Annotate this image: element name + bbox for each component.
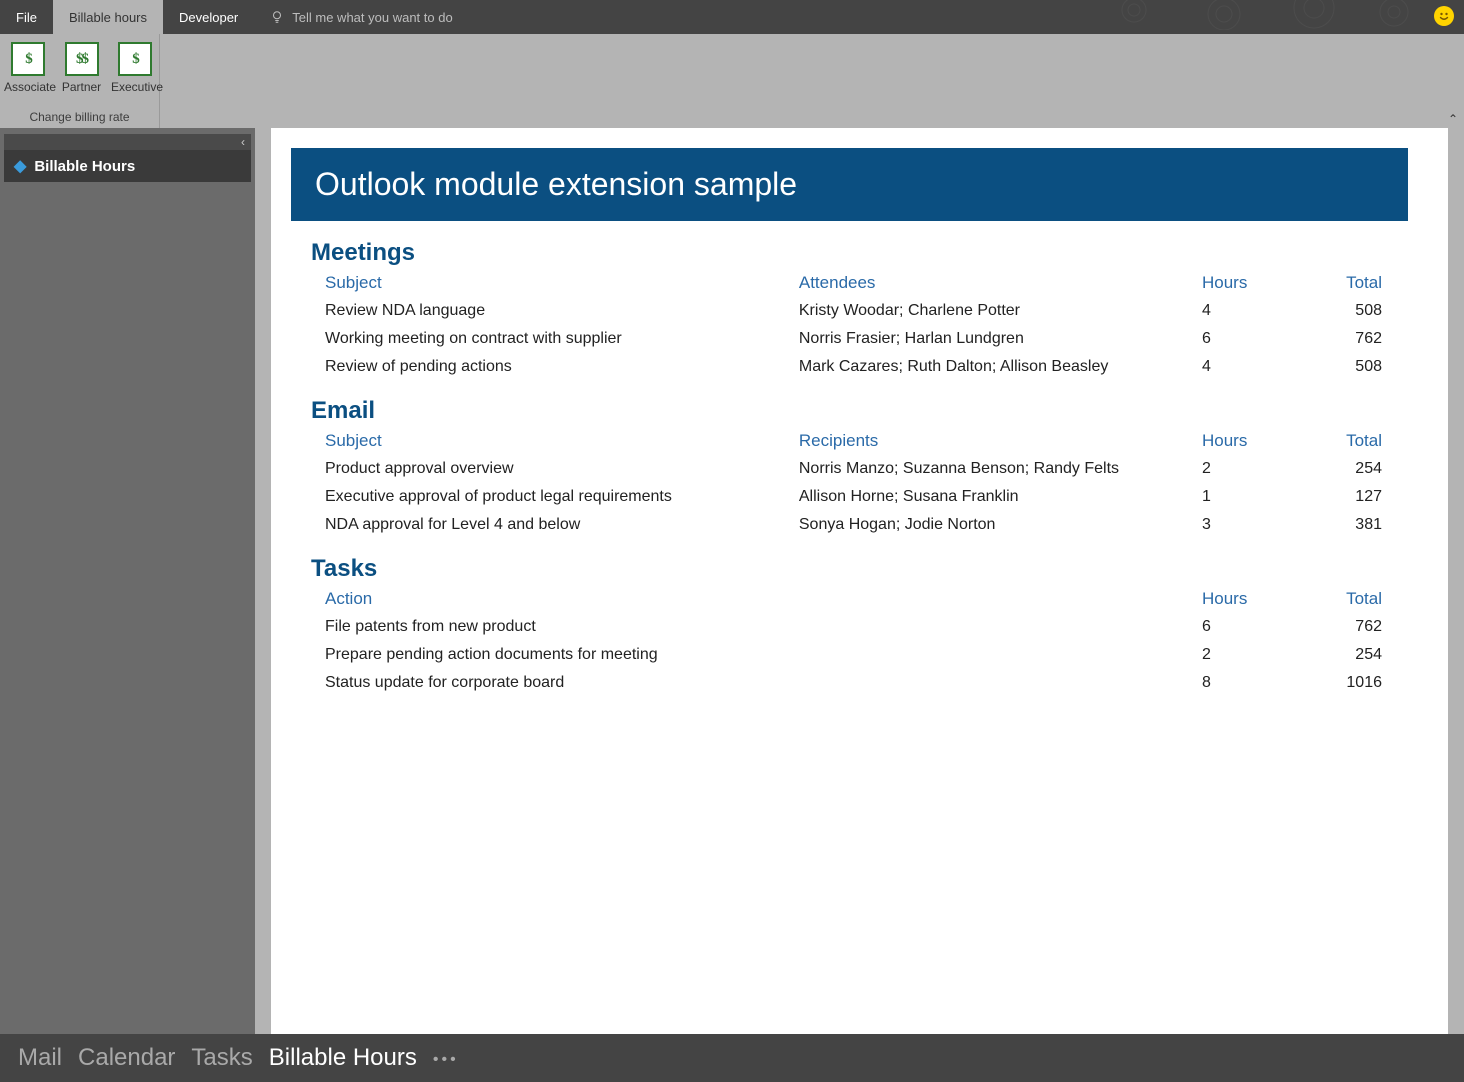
cell-hours: 6 <box>1188 613 1298 641</box>
cell-total: 254 <box>1298 641 1388 669</box>
tell-me-search[interactable]: Tell me what you want to do <box>254 0 452 34</box>
tab-developer[interactable]: Developer <box>163 0 254 34</box>
rate-partner-label: Partner <box>60 80 103 94</box>
table-row: Status update for corporate board 8 1016 <box>311 669 1388 697</box>
nav-mail[interactable]: Mail <box>18 1044 62 1072</box>
rate-associate-label: Associate <box>4 80 52 94</box>
table-row: NDA approval for Level 4 and below Sonya… <box>311 511 1388 539</box>
cell-total: 762 <box>1298 613 1388 641</box>
page-title: Outlook module extension sample <box>291 148 1408 221</box>
cell-subject: Review of pending actions <box>311 353 785 381</box>
table-row: Executive approval of product legal requ… <box>311 483 1388 511</box>
nav-tasks[interactable]: Tasks <box>191 1044 252 1072</box>
section-title-tasks: Tasks <box>311 555 1388 583</box>
cell-total: 381 <box>1298 511 1388 539</box>
cell-subject: NDA approval for Level 4 and below <box>311 511 785 539</box>
ribbon-group-change-billing-rate: $ Associate $$ Partner $ Executive Chang… <box>0 34 160 128</box>
cell-hours: 2 <box>1188 641 1298 669</box>
bottom-nav: Mail Calendar Tasks Billable Hours ••• <box>0 1034 1464 1082</box>
cell-total: 254 <box>1298 455 1388 483</box>
meetings-table: Subject Attendees Hours Total Review NDA… <box>311 271 1388 381</box>
collapse-ribbon-button[interactable]: ⌃ <box>1448 112 1458 126</box>
cell-action: Prepare pending action documents for mee… <box>311 641 1188 669</box>
cell-recipients: Norris Manzo; Suzanna Benson; Randy Felt… <box>785 455 1188 483</box>
tasks-table: Action Hours Total File patents from new… <box>311 587 1388 697</box>
cell-hours: 6 <box>1188 325 1298 353</box>
dollar-icon: $$ <box>65 42 99 76</box>
col-total: Total <box>1298 271 1388 297</box>
tab-file[interactable]: File <box>0 0 53 34</box>
tell-me-placeholder: Tell me what you want to do <box>292 10 452 25</box>
sidebar-item-label: Billable Hours <box>34 158 135 175</box>
cell-action: Status update for corporate board <box>311 669 1188 697</box>
cell-total: 1016 <box>1298 669 1388 697</box>
section-title-email: Email <box>311 397 1388 425</box>
cell-total: 508 <box>1298 297 1388 325</box>
cell-hours: 8 <box>1188 669 1298 697</box>
rate-executive-label: Executive <box>111 80 159 94</box>
sidebar-item-billable-hours[interactable]: ◆ Billable Hours <box>4 150 251 182</box>
col-subject: Subject <box>311 429 785 455</box>
col-hours: Hours <box>1188 429 1298 455</box>
module-icon: ◆ <box>14 156 26 176</box>
sidebar: ‹ ◆ Billable Hours <box>0 128 255 1034</box>
cell-subject: Executive approval of product legal requ… <box>311 483 785 511</box>
lightbulb-icon <box>270 10 284 24</box>
sidebar-collapse-handle[interactable]: ‹ <box>4 134 251 150</box>
cell-attendees: Mark Cazares; Ruth Dalton; Allison Beasl… <box>785 353 1188 381</box>
cell-recipients: Allison Horne; Susana Franklin <box>785 483 1188 511</box>
col-recipients: Recipients <box>785 429 1188 455</box>
decorative-swirl <box>1094 0 1434 30</box>
rate-associate-button[interactable]: $ Associate <box>4 40 52 94</box>
cell-action: File patents from new product <box>311 613 1188 641</box>
cell-subject: Product approval overview <box>311 455 785 483</box>
ribbon-group-label: Change billing rate <box>0 110 159 124</box>
ribbon: $ Associate $$ Partner $ Executive Chang… <box>0 34 1464 128</box>
cell-subject: Working meeting on contract with supplie… <box>311 325 785 353</box>
nav-calendar[interactable]: Calendar <box>78 1044 175 1072</box>
col-action: Action <box>311 587 1188 613</box>
col-total: Total <box>1298 587 1388 613</box>
dollar-icon: $ <box>11 42 45 76</box>
col-hours: Hours <box>1188 271 1298 297</box>
ribbon-tab-row: File Billable hours Developer Tell me wh… <box>0 0 1464 34</box>
table-row: Working meeting on contract with supplie… <box>311 325 1388 353</box>
col-attendees: Attendees <box>785 271 1188 297</box>
cell-subject: Review NDA language <box>311 297 785 325</box>
nav-billable-hours[interactable]: Billable Hours <box>269 1044 417 1072</box>
cell-total: 762 <box>1298 325 1388 353</box>
nav-more-icon[interactable]: ••• <box>433 1047 459 1069</box>
rate-executive-button[interactable]: $ Executive <box>111 40 159 94</box>
cell-hours: 4 <box>1188 353 1298 381</box>
table-row: Review of pending actions Mark Cazares; … <box>311 353 1388 381</box>
cell-attendees: Norris Frasier; Harlan Lundgren <box>785 325 1188 353</box>
table-row: Product approval overview Norris Manzo; … <box>311 455 1388 483</box>
cell-hours: 2 <box>1188 455 1298 483</box>
cell-hours: 3 <box>1188 511 1298 539</box>
cell-hours: 1 <box>1188 483 1298 511</box>
table-row: File patents from new product 6 762 <box>311 613 1388 641</box>
cell-hours: 4 <box>1188 297 1298 325</box>
cell-total: 127 <box>1298 483 1388 511</box>
col-hours: Hours <box>1188 587 1298 613</box>
email-table: Subject Recipients Hours Total Product a… <box>311 429 1388 539</box>
tab-billable-hours[interactable]: Billable hours <box>53 0 163 34</box>
cell-total: 508 <box>1298 353 1388 381</box>
content-panel: Outlook module extension sample Meetings… <box>271 128 1448 1034</box>
table-row: Review NDA language Kristy Woodar; Charl… <box>311 297 1388 325</box>
rate-partner-button[interactable]: $$ Partner <box>60 40 103 94</box>
table-row: Prepare pending action documents for mee… <box>311 641 1388 669</box>
dollar-icon: $ <box>118 42 152 76</box>
col-total: Total <box>1298 429 1388 455</box>
cell-attendees: Kristy Woodar; Charlene Potter <box>785 297 1188 325</box>
cell-recipients: Sonya Hogan; Jodie Norton <box>785 511 1188 539</box>
section-title-meetings: Meetings <box>311 239 1388 267</box>
col-subject: Subject <box>311 271 785 297</box>
feedback-smiley-icon[interactable] <box>1434 6 1454 26</box>
